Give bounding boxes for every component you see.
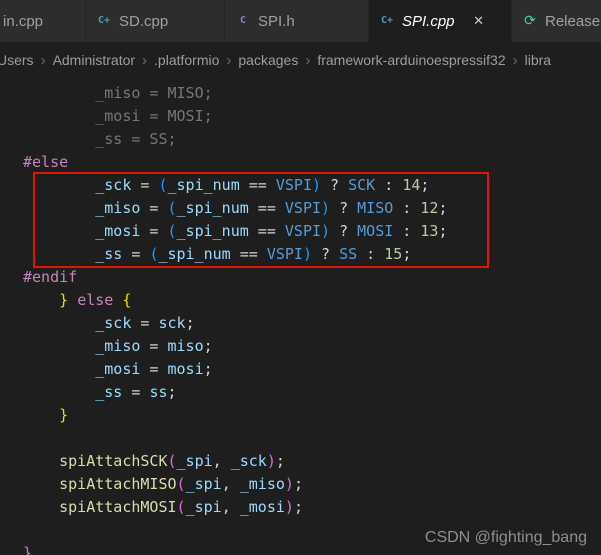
editor-tab-bar: in.cpp C+ SD.cpp C SPI.h C+ SPI.cpp ✕ ⟳ …: [0, 0, 601, 42]
tab-spi-cpp[interactable]: C+ SPI.cpp ✕: [369, 0, 512, 42]
code-line[interactable]: _mosi = MOSI;: [23, 105, 601, 128]
breadcrumb-item[interactable]: libra: [524, 52, 552, 68]
chevron-right-icon: ›: [226, 51, 232, 69]
code-line[interactable]: _mosi = mosi;: [23, 358, 601, 381]
code-line[interactable]: _mosi = (_spi_num == VSPI) ? MOSI : 13;: [23, 220, 601, 243]
tab-label: in.cpp: [3, 12, 44, 30]
cpp-file-icon: C+: [97, 15, 111, 26]
code-line[interactable]: spiAttachMOSI(_spi, _mosi);: [23, 496, 601, 519]
code-line[interactable]: } else {: [23, 289, 601, 312]
tab-spi-h[interactable]: C SPI.h: [225, 0, 369, 42]
tab-label: SPI.cpp: [402, 12, 455, 30]
breadcrumb-item[interactable]: framework-arduinoespressif32: [316, 52, 506, 68]
code-line[interactable]: #endif: [23, 266, 601, 289]
breadcrumb: Users › Administrator › .platformio › pa…: [0, 42, 601, 78]
cpp-file-icon: C+: [380, 15, 394, 26]
tab-label: Release: [545, 12, 601, 30]
code-line[interactable]: _miso = (_spi_num == VSPI) ? MISO : 12;: [23, 197, 601, 220]
breadcrumb-item[interactable]: Administrator: [52, 52, 136, 68]
tab-label: SD.cpp: [119, 12, 169, 30]
code-line[interactable]: spiAttachMISO(_spi, _miso);: [23, 473, 601, 496]
code-line[interactable]: _ss = SS;: [23, 128, 601, 151]
code-line[interactable]: _sck = sck;: [23, 312, 601, 335]
h-file-icon: C: [239, 15, 247, 26]
code-line[interactable]: _ss = (_spi_num == VSPI) ? SS : 15;: [23, 243, 601, 266]
breadcrumb-item[interactable]: packages: [237, 52, 299, 68]
code-line[interactable]: _miso = miso;: [23, 335, 601, 358]
code-editor[interactable]: _miso = MISO; _mosi = MOSI; _ss = SS; #el…: [0, 78, 601, 555]
watermark: CSDN @fighting_bang: [424, 529, 587, 546]
chevron-right-icon: ›: [305, 51, 311, 69]
tab-release[interactable]: ⟳ Release: [512, 0, 601, 42]
tab-label: SPI.h: [258, 12, 295, 30]
code-line[interactable]: _miso = MISO;: [23, 82, 601, 105]
code-line[interactable]: spiAttachSCK(_spi, _sck);: [23, 450, 601, 473]
code-line[interactable]: #else: [23, 151, 601, 174]
chevron-right-icon: ›: [40, 51, 46, 69]
breadcrumb-item[interactable]: .platformio: [153, 52, 220, 68]
code-line[interactable]: }: [23, 404, 601, 427]
release-tab-icon: ⟳: [524, 13, 536, 29]
chevron-right-icon: ›: [142, 51, 148, 69]
breadcrumb-item[interactable]: Users: [0, 52, 35, 68]
code-line[interactable]: _sck = (_spi_num == VSPI) ? SCK : 14;: [23, 174, 601, 197]
code-line[interactable]: _ss = ss;: [23, 381, 601, 404]
chevron-right-icon: ›: [512, 51, 518, 69]
code-line[interactable]: [23, 427, 601, 450]
code-lines: _miso = MISO; _mosi = MOSI; _ss = SS; #el…: [23, 82, 601, 555]
close-icon[interactable]: ✕: [470, 12, 488, 30]
tab-in-cpp[interactable]: in.cpp: [0, 0, 86, 42]
tab-sd-cpp[interactable]: C+ SD.cpp: [86, 0, 225, 42]
